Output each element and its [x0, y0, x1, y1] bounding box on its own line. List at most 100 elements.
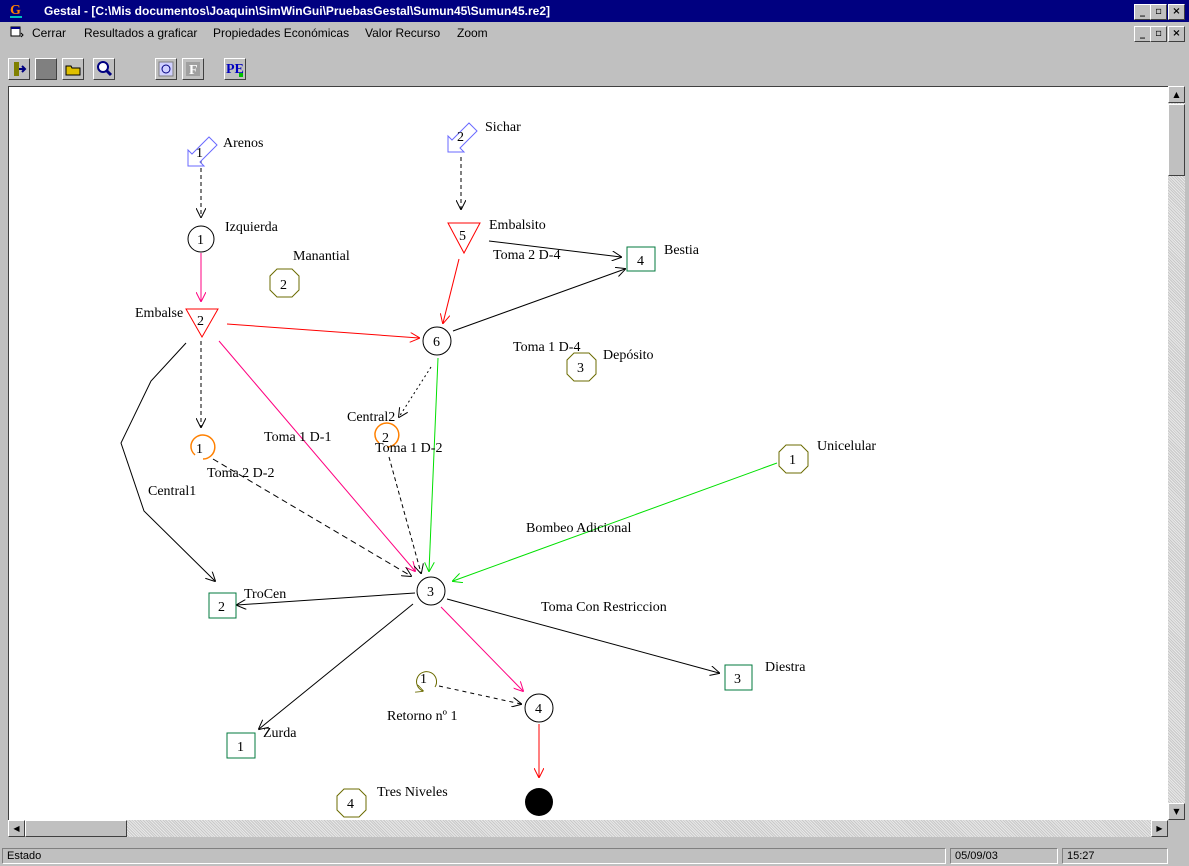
minimize-button[interactable]: _ — [1134, 4, 1151, 20]
demanda-label: Bestia — [664, 243, 700, 258]
acuifero-id: 1 — [789, 453, 796, 468]
pe-tool-button[interactable]: PE — [224, 58, 246, 80]
child-maximize-button[interactable]: ▫ — [1150, 26, 1167, 42]
conduction-nudo6-bestia[interactable] — [452, 269, 625, 332]
aportacion-arenos[interactable]: 1 Arenos — [187, 136, 263, 167]
close-button[interactable]: × — [1168, 4, 1185, 20]
menu-resultados-a-graficar[interactable]: Resultados a graficar — [84, 26, 197, 40]
embalse-label: Embalse — [135, 306, 183, 321]
menu-bar: Cerrar Resultados a graficar Propiedades… — [0, 22, 1189, 42]
scroll-right-button[interactable]: ▶ — [1151, 820, 1168, 837]
zoom-tool-button[interactable] — [93, 58, 115, 80]
demanda-label: TroCen — [244, 587, 286, 602]
function-icon: F — [186, 62, 200, 78]
graph-icon — [158, 61, 174, 77]
aportacion-id: 1 — [196, 146, 203, 161]
maximize-button[interactable]: ▫ — [1150, 4, 1167, 20]
acuifero-id: 2 — [280, 278, 287, 293]
open-tool-button[interactable] — [62, 58, 84, 80]
scroll-up-button[interactable]: ▲ — [1168, 86, 1185, 103]
embalse-id: 5 — [459, 229, 466, 244]
nudo-3[interactable]: 3 — [416, 576, 446, 606]
toma-label: Toma 1 D-2 — [375, 441, 442, 456]
status-time: 15:27 — [1062, 848, 1168, 864]
gestal-app-icon[interactable]: G — [8, 3, 24, 19]
nudo-izquierda[interactable]: 1 Izquierda — [187, 220, 279, 253]
f-tool-button[interactable]: F — [182, 58, 204, 80]
menu-zoom[interactable]: Zoom — [457, 26, 488, 40]
document-icon[interactable] — [10, 26, 24, 38]
scheme-canvas[interactable]: 1 Arenos 2 Sichar 1 Izquierda 6 3 4 2 Em… — [8, 86, 1169, 821]
demanda-diestra[interactable]: 3 Diestra — [724, 660, 806, 691]
aportacion-sichar[interactable]: 2 Sichar — [447, 120, 521, 153]
embalse-label: Embalsito — [489, 218, 546, 233]
central-id: 1 — [196, 442, 203, 457]
scroll-down-button[interactable]: ▼ — [1168, 803, 1185, 820]
conduction-nudo3-nudo4[interactable] — [440, 606, 523, 691]
exit-tool-button[interactable] — [8, 58, 30, 80]
status-bar: Estado 05/09/03 15:27 — [0, 846, 1189, 866]
demanda-bestia[interactable]: 4 Bestia — [626, 243, 700, 272]
horizontal-scroll-thumb[interactable] — [25, 820, 127, 837]
menu-cerrar[interactable]: Cerrar — [32, 26, 66, 40]
toma-embalse-nudo3[interactable] — [218, 340, 415, 571]
child-close-button[interactable]: × — [1168, 26, 1185, 42]
scroll-corner — [1168, 820, 1185, 837]
nudo-6[interactable]: 6 — [422, 326, 452, 356]
toma-label: Toma 1 D-4 — [513, 340, 580, 355]
acuifero-label: Depósito — [603, 348, 654, 363]
menu-valor-recurso[interactable]: Valor Recurso — [365, 26, 440, 40]
conduction-retorno-nudo4[interactable] — [438, 685, 521, 704]
toma-label: Toma 2 D-4 — [493, 248, 560, 263]
demanda-id: 2 — [218, 600, 225, 615]
nudo-4[interactable]: 4 — [524, 693, 554, 723]
conduction-embalsito-nudo6[interactable] — [443, 258, 460, 323]
retorno-id: 1 — [420, 672, 427, 687]
scroll-left-button[interactable]: ◀ — [8, 820, 25, 837]
acuifero-id: 3 — [577, 361, 584, 376]
acuifero-label: Unicelular — [817, 439, 876, 454]
graph-tool-button[interactable] — [155, 58, 177, 80]
demanda-id: 1 — [237, 740, 244, 755]
demanda-zurda[interactable]: 1 Zurda — [226, 726, 297, 759]
demanda-id: 4 — [637, 254, 644, 269]
central-central1[interactable]: 1 Central1 — [148, 434, 216, 499]
nudo-label: Izquierda — [225, 220, 279, 235]
acuifero-manantial[interactable]: 2 Manantial — [269, 249, 350, 298]
aportacion-id: 2 — [457, 130, 464, 145]
svg-text:G: G — [10, 3, 21, 18]
embalse-embalse[interactable]: 2 Embalse — [135, 306, 219, 339]
toolbar: F PE — [0, 42, 1189, 86]
nudo-id: 4 — [535, 702, 542, 717]
child-minimize-button[interactable]: _ — [1134, 26, 1151, 42]
demanda-id: 3 — [734, 672, 741, 687]
menu-propiedades-economicas[interactable]: Propiedades Económicas — [213, 26, 349, 40]
acuifero-tres-niveles[interactable]: 4 Tres Niveles — [336, 785, 448, 818]
central-label: Central1 — [148, 484, 196, 499]
conduction-embalse-nudo6[interactable] — [226, 323, 419, 338]
status-text: Estado — [2, 848, 946, 864]
demanda-label: Zurda — [263, 726, 297, 741]
acuifero-label: Manantial — [293, 249, 350, 264]
vertical-scroll-thumb[interactable] — [1168, 104, 1185, 176]
magnifier-icon — [97, 61, 113, 77]
horizontal-scrollbar[interactable]: ◀ ▶ — [8, 820, 1168, 837]
retorno-1[interactable]: 1 Retorno nº 1 — [387, 671, 457, 724]
acuifero-unicelular[interactable]: 1 Unicelular — [778, 439, 876, 474]
conduction-nudo6-nudo3[interactable] — [429, 357, 439, 571]
nudo-id: 1 — [197, 233, 204, 248]
demanda-label: Diestra — [765, 660, 806, 675]
toma-central2-nudo3[interactable] — [388, 456, 421, 573]
scheme-diagram: 1 Arenos 2 Sichar 1 Izquierda 6 3 4 2 Em… — [120, 120, 876, 818]
conduction-nudo6-central2[interactable] — [399, 366, 432, 417]
acuifero-label: Tres Niveles — [377, 785, 448, 800]
vertical-scrollbar[interactable]: ▲ ▼ — [1168, 86, 1185, 820]
nudo-id: 3 — [427, 585, 434, 600]
disabled-tool-button[interactable] — [35, 58, 57, 80]
sink-node[interactable] — [525, 788, 553, 816]
window-title: Gestal - [C:\Mis documentos\Joaquin\SimW… — [44, 4, 550, 18]
title-bar: G Gestal - [C:\Mis documentos\Joaquin\Si… — [0, 0, 1189, 22]
pe-icon: PE — [226, 62, 244, 77]
toma-label: Toma 1 D-1 — [264, 430, 331, 445]
exit-icon — [14, 62, 27, 76]
